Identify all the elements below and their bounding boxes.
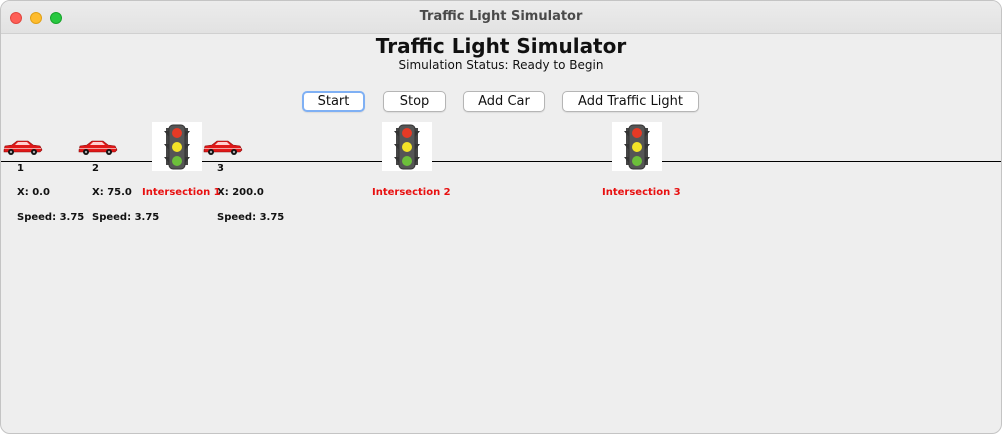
car-id-label: 3: [217, 163, 224, 174]
road-line: [1, 161, 1001, 162]
intersection-label: Intersection 3: [602, 187, 681, 198]
start-button[interactable]: Start: [302, 91, 365, 112]
app-window: Traffic Light Simulator Traffic Light Si…: [0, 0, 1002, 434]
stop-button[interactable]: Stop: [383, 91, 446, 112]
car-speed-label: Speed: 3.75: [17, 212, 85, 223]
simulation-status: Simulation Status: Ready to Begin: [398, 58, 604, 72]
intersection-label: Intersection 2: [372, 187, 451, 198]
car-icon: [1, 135, 43, 157]
car-icon: [76, 135, 118, 157]
car-x-label: X: 75.0: [92, 187, 132, 198]
car-speed-label: Speed: 3.75: [217, 212, 285, 223]
car-x-label: X: 0.0: [17, 187, 50, 198]
page-title: Traffic Light Simulator: [375, 34, 627, 58]
car-id-label: 1: [17, 163, 24, 174]
traffic-light-icon: [612, 122, 662, 171]
traffic-light-icon: [382, 122, 432, 171]
traffic-light-icon: [152, 122, 202, 171]
car-speed-label: Speed: 3.75: [92, 212, 160, 223]
add-traffic-light-button[interactable]: Add Traffic Light: [562, 91, 699, 112]
window-title: Traffic Light Simulator: [419, 9, 583, 24]
intersection-label: Intersection 1: [142, 187, 221, 198]
add-car-button[interactable]: Add Car: [463, 91, 545, 112]
car-x-label: X: 200.0: [217, 187, 264, 198]
car-icon: [201, 135, 243, 157]
car-id-label: 2: [92, 163, 99, 174]
title-bar[interactable]: Traffic Light Simulator: [1, 1, 1001, 34]
